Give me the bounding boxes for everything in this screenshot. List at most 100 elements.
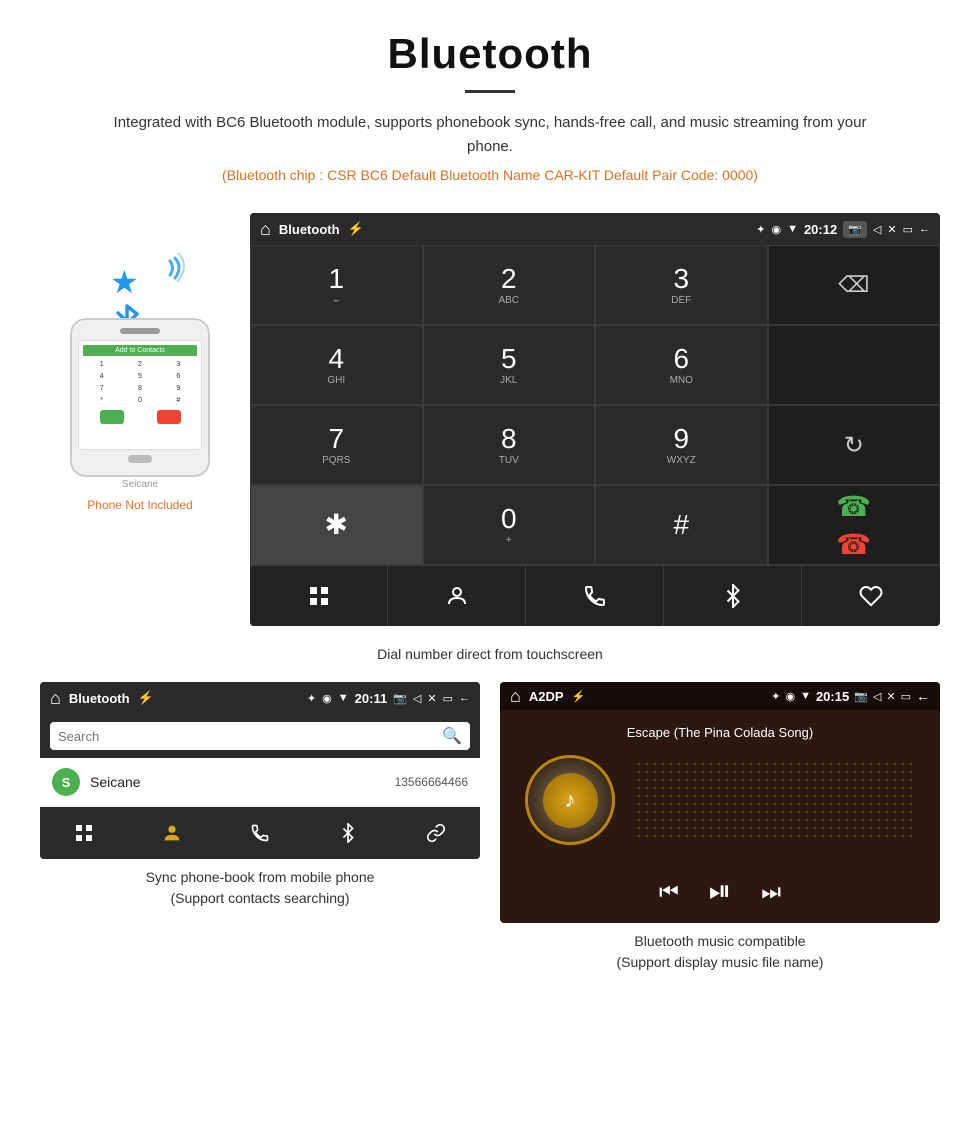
key-star[interactable]: ✱	[250, 485, 423, 565]
music-content: Escape (The Pina Colada Song) ♪	[500, 710, 940, 860]
pb-loc-icon: ◉	[322, 692, 332, 705]
music-screenshot-item: ⌂ A2DP ⚡ ✦ ◉ ▼ 20:15 📷 ◁ ✕ ▭ ←	[500, 682, 940, 973]
pb-grid-btn[interactable]	[40, 813, 128, 853]
refresh-cell[interactable]: ↻	[768, 405, 941, 485]
search-icon: 🔍	[442, 726, 462, 746]
camera-icon[interactable]: 📷	[843, 221, 867, 238]
usb-icon: ⚡	[348, 221, 364, 237]
bluetooth-button[interactable]	[664, 566, 802, 626]
phone-dialpad: 123 456 789 *0#	[83, 359, 197, 406]
back-icon[interactable]: ←	[919, 223, 930, 235]
key-1[interactable]: 1 ⌣	[250, 245, 423, 325]
bottom-action-bar	[250, 565, 940, 626]
phonebook-status-bar: ⌂ Bluetooth ⚡ ✦ ◉ ▼ 20:11 📷 ◁ ✕ ▭ ←	[40, 682, 480, 714]
key-3[interactable]: 3 DEF	[595, 245, 768, 325]
seicane-label: Seicane	[122, 479, 158, 490]
key-9[interactable]: 9 WXYZ	[595, 405, 768, 485]
page-specs: (Bluetooth chip : CSR BC6 Default Blueto…	[60, 167, 920, 183]
top-section: ★ Add to Contact	[40, 213, 940, 626]
phone-illustration: ★ Add to Contact	[40, 213, 240, 512]
key-7[interactable]: 7 PQRS	[250, 405, 423, 485]
pb-vol-icon: ◁	[413, 692, 421, 705]
search-input[interactable]	[58, 729, 436, 744]
status-time: 20:12	[804, 222, 837, 237]
bt-icon-area: ★	[100, 253, 180, 313]
music-status-bar: ⌂ A2DP ⚡ ✦ ◉ ▼ 20:15 📷 ◁ ✕ ▭ ←	[500, 682, 940, 710]
end-call-button[interactable]: ☎	[836, 528, 871, 561]
close-icon: ✕	[887, 223, 896, 236]
key-6[interactable]: 6 MNO	[595, 325, 768, 405]
pb-bt-btn[interactable]	[304, 813, 392, 853]
music-time: 20:15	[816, 689, 849, 704]
key-8[interactable]: 8 TUV	[423, 405, 596, 485]
phone-not-included-label: Phone Not Included	[87, 498, 192, 512]
contacts-button[interactable]	[388, 566, 526, 626]
key-2[interactable]: 2 ABC	[423, 245, 596, 325]
pb-link-btn[interactable]	[392, 813, 480, 853]
music-bt-icon: ✦	[771, 690, 780, 703]
phonebook-screenshot-item: ⌂ Bluetooth ⚡ ✦ ◉ ▼ 20:11 📷 ◁ ✕ ▭ ←	[40, 682, 480, 973]
pb-cam-icon: 📷	[393, 692, 407, 705]
music-close-icon: ✕	[886, 690, 895, 703]
music-visualizer	[635, 760, 915, 840]
music-back-icon[interactable]: ←	[916, 688, 930, 704]
pb-phone-btn[interactable]	[216, 813, 304, 853]
phonebook-caption: Sync phone-book from mobile phone (Suppo…	[146, 867, 375, 909]
contact-row[interactable]: S Seicane 13566664466	[40, 758, 480, 807]
signal-icon: ▼	[787, 223, 798, 235]
phonebook-time: 20:11	[355, 691, 388, 706]
music-controls: ⏮ ⏯ ⏭	[500, 860, 940, 923]
bluetooth-status-icon: ✦	[756, 223, 765, 236]
key-4[interactable]: 4 GHI	[250, 325, 423, 405]
phonebook-usb-icon: ⚡	[138, 690, 154, 706]
home-icon[interactable]: ⌂	[260, 219, 271, 240]
music-note-icon: ♪	[565, 787, 576, 813]
music-usb-icon: ⚡	[572, 690, 586, 703]
page-description: Integrated with BC6 Bluetooth module, su…	[100, 111, 880, 159]
phonebook-app-name: Bluetooth	[69, 691, 130, 706]
key-0[interactable]: 0 +	[423, 485, 596, 565]
phone-button[interactable]	[526, 566, 664, 626]
contact-name: Seicane	[90, 774, 385, 790]
phone-green-btn	[100, 410, 124, 424]
volume-icon: ◁	[873, 223, 881, 236]
dialpad-status-bar: ⌂ Bluetooth ⚡ ✦ ◉ ▼ 20:12 📷 ◁ ✕ ▭ ←	[250, 213, 940, 245]
grid-button[interactable]	[250, 566, 388, 626]
skip-next-button[interactable]: ⏭	[761, 879, 781, 905]
album-art-inner: ♪	[543, 773, 598, 828]
music-caption: Bluetooth music compatible (Support disp…	[617, 931, 824, 973]
song-title: Escape (The Pina Colada Song)	[627, 725, 813, 740]
page-header: Bluetooth Integrated with BC6 Bluetooth …	[0, 0, 980, 213]
wifi-icon	[140, 253, 185, 307]
call-button[interactable]: ☎	[836, 490, 871, 523]
music-app-name: A2DP	[529, 689, 564, 704]
settings-button[interactable]	[802, 566, 940, 626]
dialpad-screen: ⌂ Bluetooth ⚡ ✦ ◉ ▼ 20:12 📷 ◁ ✕ ▭ ←	[250, 213, 940, 626]
header-divider	[465, 90, 515, 93]
phone-red-btn	[157, 410, 181, 424]
backspace-icon[interactable]: ⌫	[838, 272, 869, 298]
contact-avatar: S	[52, 768, 80, 796]
phone-screen-header: Add to Contacts	[83, 345, 197, 356]
phonebook-bottom-bar	[40, 807, 480, 859]
music-sig-icon: ▼	[800, 690, 811, 702]
pb-screen-icon: ▭	[443, 692, 453, 705]
play-pause-button[interactable]: ⏯	[709, 875, 731, 908]
display-area: ⌫	[768, 245, 941, 325]
contact-number: 13566664466	[395, 775, 468, 789]
music-cam-icon: 📷	[854, 690, 868, 703]
call-controls: ☎ ☎	[768, 485, 941, 565]
key-5[interactable]: 5 JKL	[423, 325, 596, 405]
key-hash[interactable]: #	[595, 485, 768, 565]
music-home-icon[interactable]: ⌂	[510, 686, 521, 707]
phone-screen: Add to Contacts 123 456 789 *0#	[78, 340, 202, 450]
phonebook-home-icon[interactable]: ⌂	[50, 688, 61, 709]
app-name-label: Bluetooth	[279, 222, 340, 237]
pb-close-icon: ✕	[427, 692, 436, 705]
dial-caption: Dial number direct from touchscreen	[377, 646, 603, 662]
pb-person-btn[interactable]	[128, 813, 216, 853]
pb-sig-icon: ▼	[338, 692, 349, 704]
skip-prev-button[interactable]: ⏮	[659, 879, 679, 905]
music-screen: ⌂ A2DP ⚡ ✦ ◉ ▼ 20:15 📷 ◁ ✕ ▭ ←	[500, 682, 940, 923]
pb-back-icon[interactable]: ←	[459, 692, 470, 704]
